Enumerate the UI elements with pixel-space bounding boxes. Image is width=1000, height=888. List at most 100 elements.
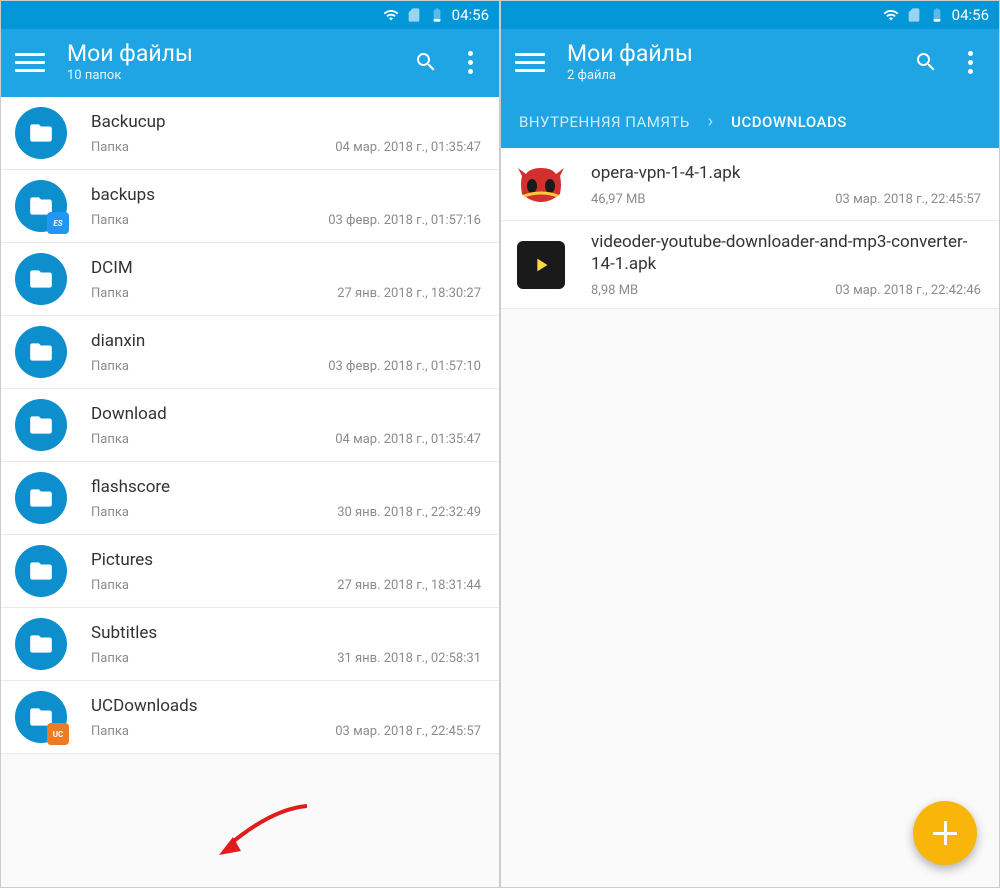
row-text: Pictures Папка 27 янв. 2018 г., 18:31:44	[91, 550, 481, 593]
folder-type: Папка	[91, 213, 129, 228]
row-text: DCIM Папка 27 янв. 2018 г., 18:30:27	[91, 258, 481, 301]
folder-row[interactable]: DCIM Папка 27 янв. 2018 г., 18:30:27	[1, 243, 499, 316]
folder-row[interactable]: Pictures Папка 27 янв. 2018 г., 18:31:44	[1, 535, 499, 608]
screen-right: 04:56 Мои файлы 2 файла ВНУТРЕННЯЯ ПАМЯТ…	[500, 0, 1000, 888]
app-badge-icon	[47, 212, 69, 234]
row-text: Subtitles Папка 31 янв. 2018 г., 02:58:3…	[91, 623, 481, 666]
folder-name: Backucup	[91, 112, 481, 132]
row-text: Backucup Папка 04 мар. 2018 г., 01:35:47	[91, 112, 481, 155]
menu-button[interactable]	[515, 53, 545, 72]
folder-row[interactable]: backups Папка 03 февр. 2018 г., 01:57:16	[1, 170, 499, 243]
row-text: videoder-youtube-downloader-and-mp3-conv…	[591, 231, 981, 298]
folder-name: UCDownloads	[91, 696, 481, 716]
row-text: dianxin Папка 03 февр. 2018 г., 01:57:10	[91, 331, 481, 374]
folder-row[interactable]: UCDownloads Папка 03 мар. 2018 г., 22:45…	[1, 681, 499, 754]
folder-date: 04 мар. 2018 г., 01:35:47	[335, 140, 481, 155]
folder-date: 03 мар. 2018 г., 22:45:57	[335, 724, 481, 739]
breadcrumb: ВНУТРЕННЯЯ ПАМЯТЬ › UCDOWNLOADS	[501, 97, 999, 148]
folder-type: Папка	[91, 140, 129, 155]
folder-date: 27 янв. 2018 г., 18:30:27	[337, 286, 481, 301]
app-title: Мои файлы	[67, 41, 414, 66]
folder-date: 03 февр. 2018 г., 01:57:16	[328, 213, 481, 228]
folder-name: Pictures	[91, 550, 481, 570]
row-text: flashscore Папка 30 янв. 2018 г., 22:32:…	[91, 477, 481, 520]
battery-icon	[929, 7, 945, 23]
folder-name: backups	[91, 185, 481, 205]
folder-name: DCIM	[91, 258, 481, 278]
folder-name: dianxin	[91, 331, 481, 351]
wifi-icon	[883, 7, 899, 23]
folder-row[interactable]: Backucup Папка 04 мар. 2018 г., 01:35:47	[1, 97, 499, 170]
file-size: 46,97 MB	[591, 192, 645, 207]
folder-type: Папка	[91, 432, 129, 447]
folder-row[interactable]: Subtitles Папка 31 янв. 2018 г., 02:58:3…	[1, 608, 499, 681]
folder-name: Download	[91, 404, 481, 424]
folder-type: Папка	[91, 286, 129, 301]
chevron-right-icon: ›	[708, 111, 713, 132]
folder-icon	[15, 326, 67, 378]
wifi-icon	[383, 7, 399, 23]
sim-icon	[406, 7, 422, 23]
file-name: opera-vpn-1-4-1.apk	[591, 162, 981, 184]
app-subtitle: 10 папок	[67, 68, 414, 83]
file-size: 8,98 MB	[591, 283, 638, 298]
app-badge-icon	[47, 723, 69, 745]
folder-type: Папка	[91, 359, 129, 374]
row-text: backups Папка 03 февр. 2018 г., 01:57:16	[91, 185, 481, 228]
folder-type: Папка	[91, 505, 129, 520]
folder-date: 27 янв. 2018 г., 18:31:44	[337, 578, 481, 593]
folder-icon	[15, 472, 67, 524]
folder-date: 30 янв. 2018 г., 22:32:49	[337, 505, 481, 520]
folder-name: Subtitles	[91, 623, 481, 643]
app-bar: Мои файлы 2 файла	[501, 29, 999, 97]
folder-icon	[15, 399, 67, 451]
file-list: opera-vpn-1-4-1.apk 46,97 MB 03 мар. 201…	[501, 148, 999, 309]
breadcrumb-item-active[interactable]: UCDOWNLOADS	[731, 113, 847, 131]
folder-row[interactable]: flashscore Папка 30 янв. 2018 г., 22:32:…	[1, 462, 499, 535]
folder-list: Backucup Папка 04 мар. 2018 г., 01:35:47…	[1, 97, 499, 754]
folder-icon	[15, 691, 67, 743]
folder-date: 03 февр. 2018 г., 01:57:10	[328, 359, 481, 374]
status-bar: 04:56	[501, 1, 999, 29]
status-bar: 04:56	[1, 1, 499, 29]
file-row[interactable]: opera-vpn-1-4-1.apk 46,97 MB 03 мар. 201…	[501, 148, 999, 221]
file-name: videoder-youtube-downloader-and-mp3-conv…	[591, 231, 981, 275]
folder-icon	[15, 545, 67, 597]
row-text: Download Папка 04 мар. 2018 г., 01:35:47	[91, 404, 481, 447]
sim-icon	[906, 7, 922, 23]
arrow-annotation	[217, 801, 317, 861]
overflow-menu[interactable]	[968, 51, 973, 74]
search-icon[interactable]	[414, 50, 438, 74]
fab-add[interactable]	[913, 801, 977, 865]
folder-icon	[15, 180, 67, 232]
folder-row[interactable]: dianxin Папка 03 февр. 2018 г., 01:57:10	[1, 316, 499, 389]
overflow-menu[interactable]	[468, 51, 473, 74]
file-row[interactable]: videoder-youtube-downloader-and-mp3-conv…	[501, 221, 999, 309]
folder-icon	[15, 618, 67, 670]
file-date: 03 мар. 2018 г., 22:42:46	[835, 283, 981, 298]
battery-icon	[429, 7, 445, 23]
folder-icon	[15, 253, 67, 305]
folder-type: Папка	[91, 724, 129, 739]
videoder-icon	[515, 239, 567, 291]
folder-name: flashscore	[91, 477, 481, 497]
folder-icon	[15, 107, 67, 159]
app-subtitle: 2 файла	[567, 68, 914, 83]
folder-type: Папка	[91, 651, 129, 666]
clock: 04:56	[452, 6, 489, 24]
opera-vpn-icon	[515, 158, 567, 210]
screen-left: 04:56 Мои файлы 10 папок Backucup Папка …	[0, 0, 500, 888]
folder-date: 31 янв. 2018 г., 02:58:31	[337, 651, 481, 666]
folder-row[interactable]: Download Папка 04 мар. 2018 г., 01:35:47	[1, 389, 499, 462]
breadcrumb-item[interactable]: ВНУТРЕННЯЯ ПАМЯТЬ	[519, 113, 690, 131]
title-block: Мои файлы 10 папок	[67, 41, 414, 83]
row-text: opera-vpn-1-4-1.apk 46,97 MB 03 мар. 201…	[591, 162, 981, 207]
app-bar: Мои файлы 10 папок	[1, 29, 499, 97]
app-title: Мои файлы	[567, 41, 914, 66]
folder-date: 04 мар. 2018 г., 01:35:47	[335, 432, 481, 447]
file-date: 03 мар. 2018 г., 22:45:57	[835, 192, 981, 207]
title-block: Мои файлы 2 файла	[567, 41, 914, 83]
search-icon[interactable]	[914, 50, 938, 74]
clock: 04:56	[952, 6, 989, 24]
menu-button[interactable]	[15, 53, 45, 72]
